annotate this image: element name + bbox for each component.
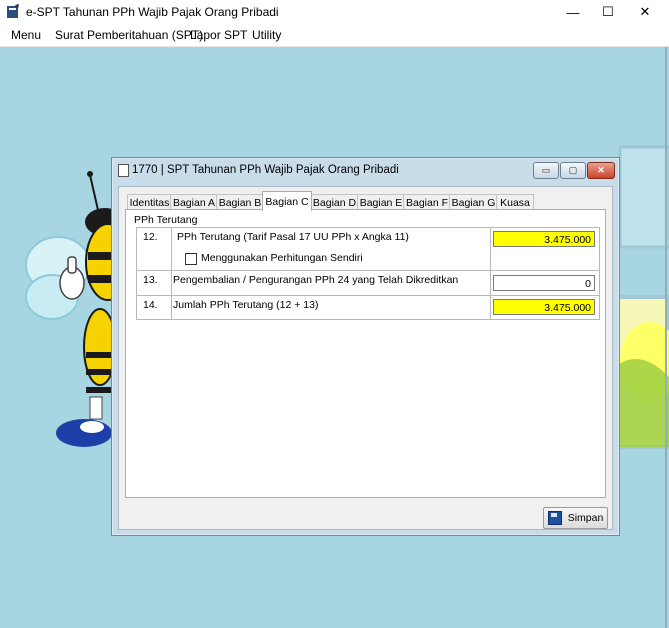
tab-bagian-g[interactable]: Bagian G [449,194,498,210]
table-row-12: 12. PPh Terutang (Tarif Pasal 17 UU PPh … [137,228,599,271]
floppy-disk-icon [547,511,562,525]
row-number-cell: 14. [137,296,172,319]
tab-kuasa[interactable]: Kuasa [496,194,534,210]
tab-bagian-f[interactable]: Bagian F [403,194,451,210]
close-button[interactable]: ✕ [624,0,666,24]
row-number-cell: 12. [137,228,172,270]
app-icon [7,4,19,18]
row-label: PPh Terutang (Tarif Pasal 17 UU PPh x An… [177,231,409,243]
save-label: Simpan [567,512,604,524]
menu-item-lapor-spt[interactable]: Lapor SPT [190,28,247,42]
window-edge [665,47,667,628]
tab-bagian-d[interactable]: Bagian D [310,194,359,210]
save-button[interactable]: Simpan [543,507,608,529]
dialog-close-button[interactable]: ✕ [587,162,615,179]
pph-terutang-field[interactable]: 3.475.000 [493,231,595,247]
tab-bagian-e[interactable]: Bagian E [357,194,405,210]
tab-identitas[interactable]: Identitas [127,194,172,210]
title-bar: e-SPT Tahunan PPh Wajib Pajak Orang Prib… [0,0,669,24]
menu-item-spt[interactable]: Surat Pemberitahuan (SPT) [55,28,203,42]
tab-panel-bagian-c: PPh Terutang 12. PPh Terutang (Tarif Pas… [125,209,606,498]
maximize-button[interactable]: ☐ [587,0,629,24]
row-label: Pengembalian / Pengurangan PPh 24 yang T… [173,274,459,286]
window-title: e-SPT Tahunan PPh Wajib Pajak Orang Prib… [26,5,279,19]
value-cell: 3.475.000 [490,296,600,319]
tab-bagian-c[interactable]: Bagian C [262,191,312,211]
dialog-body: Identitas Bagian A Bagian B Bagian C Bag… [118,186,613,530]
value-cell: 3.475.000 [490,228,600,270]
row-number: 13. [143,274,158,286]
row-number: 14. [143,299,158,311]
table-row-13: 13. Pengembalian / Pengurangan PPh 24 ya… [137,271,599,296]
section-title: PPh Terutang [134,214,198,226]
table-row-14: 14. Jumlah PPh Terutang (12 + 13) 3.475.… [137,296,599,319]
dialog-title-bar[interactable]: 1770 | SPT Tahunan PPh Wajib Pajak Orang… [112,158,619,182]
row-label: Jumlah PPh Terutang (12 + 13) [173,299,319,311]
pengembalian-field[interactable]: 0 [493,275,595,291]
tab-bagian-b[interactable]: Bagian B [216,194,264,210]
menu-bar: Menu Surat Pemberitahuan (SPT) Lapor SPT… [0,24,669,47]
tab-bagian-a[interactable]: Bagian A [170,194,218,210]
custom-calc-checkbox[interactable] [185,253,197,265]
menu-item-menu[interactable]: Menu [11,28,41,42]
jumlah-pph-field[interactable]: 3.475.000 [493,299,595,315]
value-cell: 0 [490,271,600,295]
custom-calc-label[interactable]: Menggunakan Perhitungan Sendiri [201,252,363,264]
row-number-cell: 13. [137,271,172,295]
dialog-maximize-button[interactable]: ▢ [560,162,586,179]
row-number: 12. [143,231,158,243]
document-icon [118,164,129,177]
dialog-minimize-button[interactable]: ▭ [533,162,559,179]
dialog-title: 1770 | SPT Tahunan PPh Wajib Pajak Orang… [132,164,399,176]
pph-terutang-table: 12. PPh Terutang (Tarif Pasal 17 UU PPh … [136,227,600,320]
menu-item-utility[interactable]: Utility [252,28,281,42]
spt-dialog: 1770 | SPT Tahunan PPh Wajib Pajak Orang… [111,157,620,536]
